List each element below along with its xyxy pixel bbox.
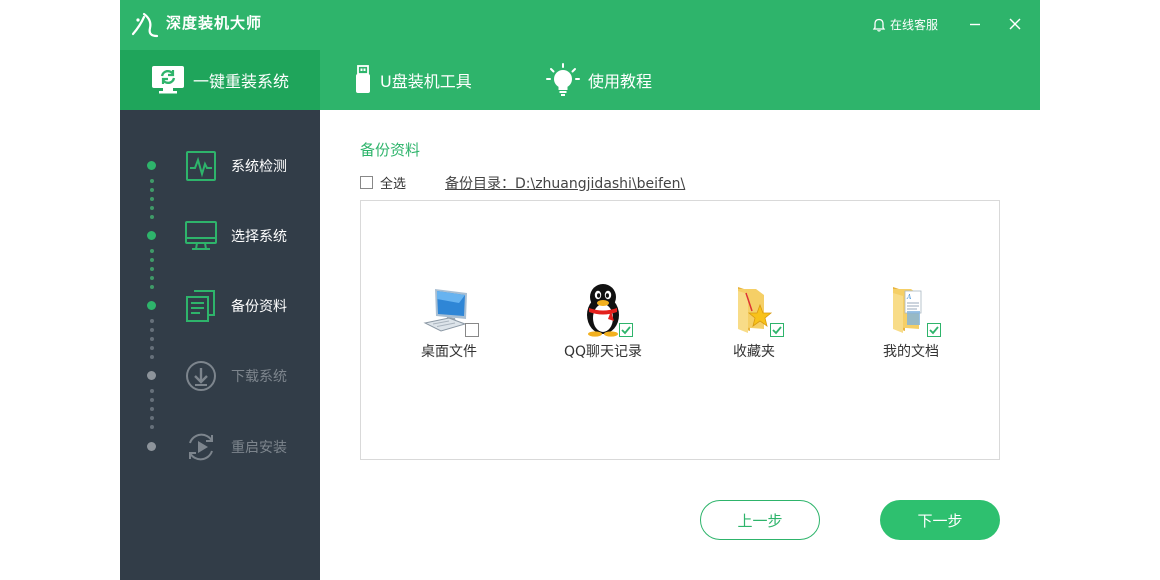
step-sidebar: 系统检测 选择系统 备份资料 下载系统 重启安装 [120, 110, 320, 580]
step-dot [147, 161, 156, 170]
pulse-monitor-icon [186, 151, 216, 181]
step-system-check[interactable]: 系统检测 [120, 145, 320, 185]
support-label: 在线客服 [890, 18, 939, 32]
app-logo-icon [131, 12, 159, 38]
step-select-system[interactable]: 选择系统 [120, 215, 320, 255]
minimize-icon[interactable] [965, 14, 985, 34]
step-label: 重启安装 [231, 440, 287, 456]
support-bell-icon [872, 18, 886, 32]
checkmark-icon [772, 326, 782, 335]
select-all-label: 全选 [380, 177, 407, 192]
step-download-system[interactable]: 下载系统 [120, 355, 320, 395]
tab-label: U盘装机工具 [380, 72, 472, 91]
tab-tutorial[interactable]: 使用教程 [546, 50, 652, 110]
section-title: 备份资料 [360, 141, 421, 159]
usb-drive-icon [356, 65, 370, 93]
step-restart-install[interactable]: 重启安装 [120, 426, 320, 466]
backup-directory-link[interactable]: 备份目录：D:\zhuangjidashi\beifen\ [445, 173, 685, 193]
lightbulb-icon [546, 63, 580, 96]
download-icon [186, 361, 216, 391]
backup-items-box: 桌面文件 QQ聊天记录 收藏夹 A 我的文档 [360, 200, 1000, 460]
backup-item-desktop[interactable]: 桌面文件 [389, 281, 509, 361]
backup-item-label: 桌面文件 [421, 344, 477, 360]
step-label: 备份资料 [231, 299, 287, 315]
step-label: 系统检测 [231, 159, 287, 175]
backup-item-label: QQ聊天记录 [563, 344, 643, 360]
restart-icon [189, 433, 213, 461]
step-dot [147, 231, 156, 240]
monitor-icon [185, 221, 217, 250]
backup-item-favorites[interactable]: 收藏夹 [694, 281, 814, 361]
backup-item-label: 收藏夹 [733, 344, 775, 360]
svg-text:A: A [906, 294, 912, 301]
tab-one-click-reinstall[interactable]: 一键重装系统 [120, 50, 320, 110]
step-dot [147, 371, 156, 380]
installer-window: 深度装机大师 在线客服 一键重装系统 U盘装机工具 使用教程 系统检测 选择系统… [120, 0, 1040, 580]
step-dot [147, 301, 156, 310]
close-icon[interactable] [1005, 14, 1025, 34]
documents-icon [186, 290, 215, 322]
tab-usb-tool[interactable]: U盘装机工具 [354, 50, 472, 110]
backup-item-checkbox[interactable] [927, 323, 941, 337]
previous-step-button[interactable]: 上一步 [700, 500, 820, 540]
next-step-button[interactable]: 下一步 [880, 500, 1000, 540]
title-bar: 深度装机大师 在线客服 一键重装系统 U盘装机工具 使用教程 [120, 0, 1040, 110]
backup-panel: 备份资料 全选 备份目录：D:\zhuangjidashi\beifen\ 桌面… [320, 110, 1040, 580]
tab-label: 一键重装系统 [192, 72, 289, 91]
backup-item-qq-chat[interactable]: QQ聊天记录 [543, 281, 663, 361]
step-backup-data[interactable]: 备份资料 [120, 285, 320, 325]
backup-item-my-documents[interactable]: A 我的文档 [851, 281, 971, 361]
app-title: 深度装机大师 [166, 14, 263, 32]
monitor-refresh-icon [151, 66, 184, 94]
backup-item-label: 我的文档 [883, 344, 939, 360]
backup-item-checkbox[interactable] [465, 323, 479, 337]
backup-item-checkbox[interactable] [770, 323, 784, 337]
checkmark-icon [621, 326, 631, 335]
step-label: 选择系统 [231, 229, 287, 245]
tab-label: 使用教程 [588, 72, 653, 91]
step-label: 下载系统 [231, 369, 287, 385]
online-support-link[interactable]: 在线客服 [872, 16, 938, 33]
checkmark-icon [929, 326, 939, 335]
backup-item-checkbox[interactable] [619, 323, 633, 337]
select-all-checkbox[interactable]: 全选 [360, 173, 406, 192]
step-dot [147, 442, 156, 451]
checkbox-box[interactable] [360, 176, 373, 189]
